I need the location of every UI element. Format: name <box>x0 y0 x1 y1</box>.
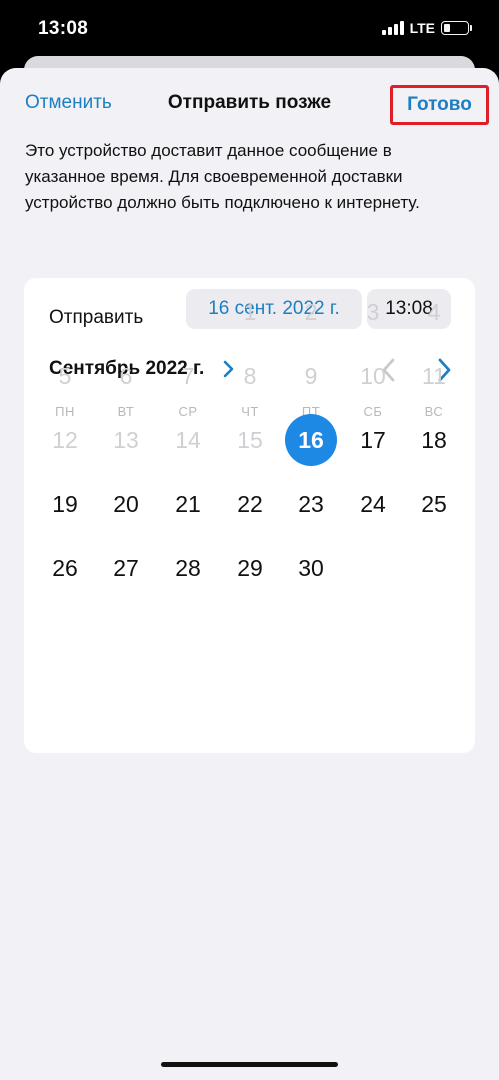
network-type: LTE <box>409 20 435 36</box>
calendar-day: 10 <box>360 362 386 389</box>
calendar-day[interactable]: 26 <box>39 542 91 594</box>
calendar-day[interactable]: 20 <box>100 478 152 530</box>
calendar-day[interactable]: 25 <box>408 478 460 530</box>
calendar-day: 9 <box>304 362 318 389</box>
calendar-day: 13 <box>113 426 139 453</box>
schedule-send-sheet: Отменить Отправить позже Готово Это устр… <box>0 68 499 1080</box>
done-button-highlight[interactable]: Готово <box>390 85 489 125</box>
schedule-card: Отправить 16 сент. 2022 г. 13:08 Сентябр… <box>24 278 475 753</box>
calendar-day: 14 <box>175 426 201 453</box>
delivery-info-text: Это устройство доставит данное сообщение… <box>25 141 420 212</box>
calendar-day: 8 <box>243 362 257 389</box>
calendar-day: 15 <box>237 426 263 453</box>
calendar-day: 1 <box>243 298 257 325</box>
calendar-day: 7 <box>181 362 195 389</box>
calendar-day[interactable]: 28 <box>162 542 214 594</box>
signal-icon <box>381 21 404 35</box>
calendar-day[interactable]: 23 <box>285 478 337 530</box>
calendar-day-selected[interactable]: 16 <box>285 414 337 466</box>
calendar-day[interactable]: 29 <box>224 542 276 594</box>
status-indicators: LTE <box>381 20 472 36</box>
send-label: Отправить <box>49 307 144 328</box>
calendar-day[interactable]: 19 <box>39 478 91 530</box>
calendar-day[interactable]: 30 <box>285 542 337 594</box>
calendar-day[interactable]: 17 <box>347 414 399 466</box>
calendar-day: 6 <box>119 362 133 389</box>
calendar-day[interactable]: 22 <box>224 478 276 530</box>
battery-icon <box>441 21 472 35</box>
calendar-day: 11 <box>422 362 446 389</box>
calendar-day: 5 <box>58 362 72 389</box>
calendar-day[interactable]: 21 <box>162 478 214 530</box>
calendar-day: 4 <box>427 298 441 325</box>
home-indicator <box>161 1062 338 1067</box>
calendar-day[interactable]: 18 <box>408 414 460 466</box>
calendar-day: 2 <box>304 298 318 325</box>
navigation-bar: Отменить Отправить позже Готово <box>0 68 499 140</box>
calendar-day[interactable]: 24 <box>347 478 399 530</box>
calendar-day: 3 <box>366 298 380 325</box>
calendar-day[interactable]: 27 <box>100 542 152 594</box>
status-bar: 13:08 LTE <box>0 0 499 62</box>
status-time: 13:08 <box>38 18 89 39</box>
done-button[interactable]: Готово <box>407 94 472 116</box>
calendar-day: 12 <box>52 426 78 453</box>
